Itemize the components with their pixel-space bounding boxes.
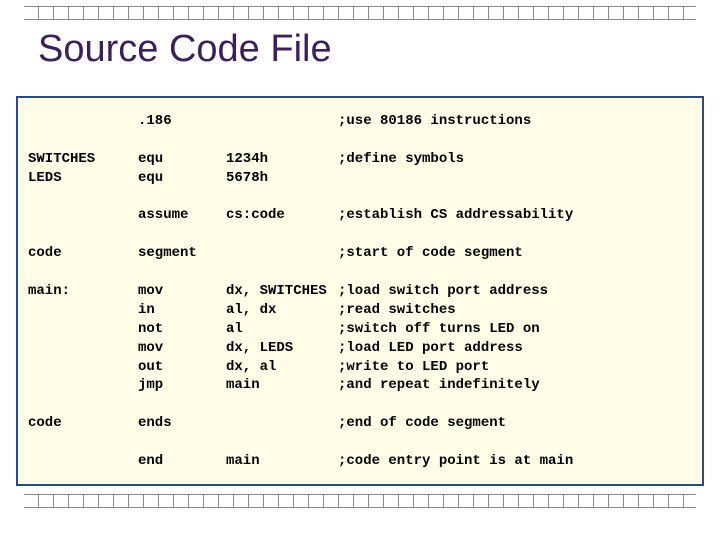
code-opcode: mov xyxy=(138,282,226,301)
code-label: code xyxy=(28,244,138,263)
code-opcode: .186 xyxy=(138,112,226,131)
code-operand: 5678h xyxy=(226,169,338,188)
code-operand: dx, al xyxy=(226,358,338,377)
code-label: main: xyxy=(28,282,138,301)
code-opcode: in xyxy=(138,301,226,320)
code-operand: dx, SWITCHES xyxy=(226,282,338,301)
code-line: notal;switch off turns LED on xyxy=(28,320,692,339)
code-line xyxy=(28,188,692,207)
slide-title: Source Code File xyxy=(38,28,332,71)
code-operand: al xyxy=(226,320,338,339)
code-comment: ;start of code segment xyxy=(338,245,523,261)
code-line xyxy=(28,263,692,282)
code-line: assumecs:code;establish CS addressabilit… xyxy=(28,206,692,225)
code-comment: ;establish CS addressability xyxy=(338,207,573,223)
code-comment: ;define symbols xyxy=(338,151,464,167)
code-opcode: mov xyxy=(138,339,226,358)
code-operand: main xyxy=(226,452,338,471)
code-comment: ;use 80186 instructions xyxy=(338,113,531,129)
code-label: SWITCHES xyxy=(28,150,138,169)
code-label: code xyxy=(28,414,138,433)
code-line xyxy=(28,131,692,150)
code-opcode: segment xyxy=(138,244,226,263)
code-comment: ;switch off turns LED on xyxy=(338,321,540,337)
code-comment: ;code entry point is at main xyxy=(338,453,573,469)
code-operand: main xyxy=(226,376,338,395)
code-comment: ;load LED port address xyxy=(338,340,523,356)
code-line: .186 ;use 80186 instructions xyxy=(28,112,692,131)
code-operand: dx, LEDS xyxy=(226,339,338,358)
code-opcode: end xyxy=(138,452,226,471)
code-opcode: not xyxy=(138,320,226,339)
code-line: movdx, LEDS;load LED port address xyxy=(28,339,692,358)
code-comment: ;end of code segment xyxy=(338,415,506,431)
code-line xyxy=(28,433,692,452)
code-listing: .186 ;use 80186 instructions SWITCHESequ12… xyxy=(28,112,692,471)
code-opcode: equ xyxy=(138,150,226,169)
code-line: inal, dx;read switches xyxy=(28,301,692,320)
code-operand: al, dx xyxy=(226,301,338,320)
code-operand: 1234h xyxy=(226,150,338,169)
code-opcode: out xyxy=(138,358,226,377)
code-line: endmain;code entry point is at main xyxy=(28,452,692,471)
code-line: jmpmain;and repeat indefinitely xyxy=(28,376,692,395)
code-comment: ;and repeat indefinitely xyxy=(338,377,540,393)
slide-top-rule xyxy=(24,6,696,20)
code-line: LEDSequ5678h xyxy=(28,169,692,188)
slide-bottom-rule xyxy=(24,494,696,508)
code-line: main:movdx, SWITCHES;load switch port ad… xyxy=(28,282,692,301)
code-opcode: equ xyxy=(138,169,226,188)
code-opcode: assume xyxy=(138,206,226,225)
code-line: codesegment ;start of code segment xyxy=(28,244,692,263)
code-line xyxy=(28,395,692,414)
code-opcode: ends xyxy=(138,414,226,433)
code-comment: ;write to LED port xyxy=(338,359,489,375)
code-line: SWITCHESequ1234h;define symbols xyxy=(28,150,692,169)
code-line: codeends ;end of code segment xyxy=(28,414,692,433)
code-label: LEDS xyxy=(28,169,138,188)
code-listing-box: .186 ;use 80186 instructions SWITCHESequ12… xyxy=(16,96,704,486)
code-line: outdx, al;write to LED port xyxy=(28,358,692,377)
code-comment: ;read switches xyxy=(338,302,456,318)
code-opcode: jmp xyxy=(138,376,226,395)
code-line xyxy=(28,225,692,244)
code-comment: ;load switch port address xyxy=(338,283,548,299)
code-operand: cs:code xyxy=(226,206,338,225)
